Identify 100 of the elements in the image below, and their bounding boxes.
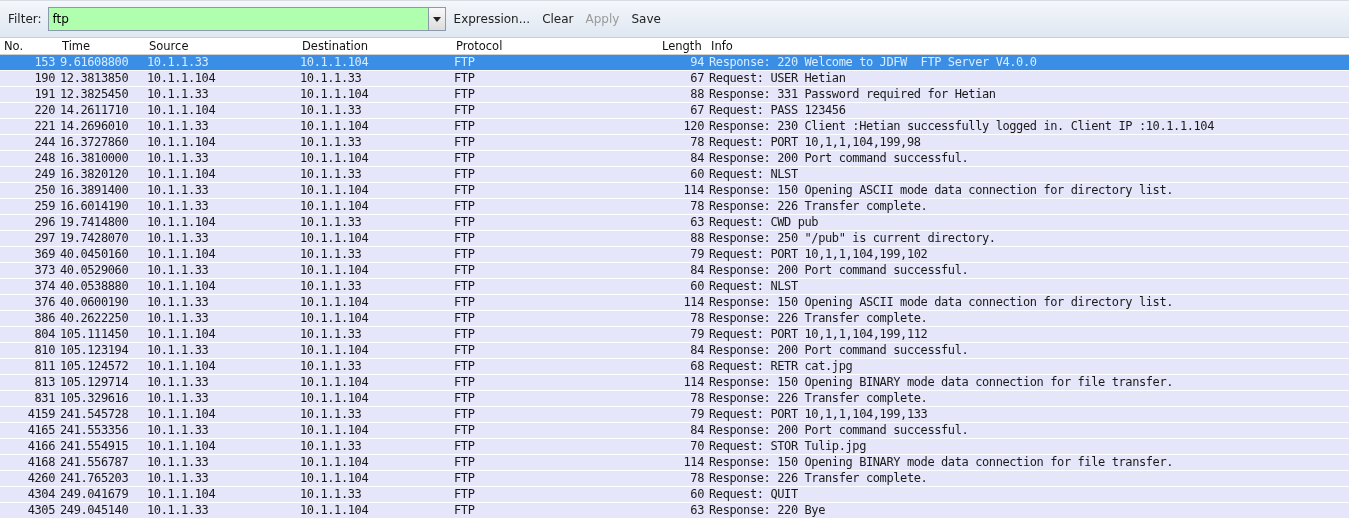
table-cell-text: 16.3810000	[59, 151, 130, 166]
table-cell-text: 10.1.1.104	[299, 455, 370, 470]
table-cell-text: 88	[689, 87, 705, 102]
table-cell-text: 10.1.1.33	[146, 295, 210, 310]
table-cell-text: 60	[689, 487, 705, 502]
packet-row[interactable]: 220 14.2611710 10.1.1.104 10.1.1.33 FTP 67 Request: PASS 123456	[0, 103, 1349, 119]
packet-row[interactable]: 811 105.124572 10.1.1.104 10.1.1.33 FTP 68 Request: RETR cat.jpg	[0, 359, 1349, 375]
table-cell-text: 105.123194	[59, 343, 130, 358]
column-header[interactable]: Protocol	[452, 38, 658, 54]
table-cell-text: FTP	[453, 247, 476, 262]
table-cell-text: 84	[689, 423, 705, 438]
table-cell-text: 10.1.1.104	[299, 423, 370, 438]
table-cell-text: 10.1.1.104	[299, 471, 370, 486]
toolbar-button[interactable]: Save	[627, 10, 665, 28]
caret-icon	[432, 16, 441, 22]
packet-row[interactable]: 4166 241.554915 10.1.1.104 10.1.1.33 FTP 70 Request: STOR Tulip.jpg	[0, 439, 1349, 455]
table-cell-text: Response: 250 "/pub" is current directory.	[708, 231, 997, 246]
column-header[interactable]: Destination	[298, 38, 452, 54]
packet-row[interactable]: 813 105.129714 10.1.1.33 10.1.1.104 FTP 114 Response: 150 Opening BINARY mode data connection for file transfer.	[0, 375, 1349, 391]
table-cell-text: 10.1.1.33	[299, 103, 363, 118]
table-cell-text: 241.545728	[59, 407, 130, 422]
table-cell-text: 10.1.1.104	[299, 87, 370, 102]
packet-row[interactable]: 296 19.7414800 10.1.1.104 10.1.1.33 FTP 63 Request: CWD pub	[0, 215, 1349, 231]
table-cell-text: 78	[689, 135, 705, 150]
filter-field[interactable]: ftp	[47, 7, 428, 31]
packet-row[interactable]: 831 105.329616 10.1.1.33 10.1.1.104 FTP 78 Response: 226 Transfer complete.	[0, 391, 1349, 407]
packet-row[interactable]: 4260 241.765203 10.1.1.33 10.1.1.104 FTP 78 Response: 226 Transfer complete.	[0, 471, 1349, 487]
table-cell-text: 297	[33, 231, 56, 246]
table-cell-text: 10.1.1.104	[146, 103, 217, 118]
table-cell-text: 14.2611710	[59, 103, 130, 118]
packet-row[interactable]: 376 40.0600190 10.1.1.33 10.1.1.104 FTP 114 Response: 150 Opening ASCII mode data connection for directory list.	[0, 295, 1349, 311]
table-cell-text: 78	[689, 391, 705, 406]
packet-row[interactable]: 250 16.3891400 10.1.1.33 10.1.1.104 FTP 114 Response: 150 Opening ASCII mode data connection for directory list.	[0, 183, 1349, 199]
table-cell-text: 10.1.1.104	[299, 295, 370, 310]
packet-row[interactable]: 259 16.6014190 10.1.1.33 10.1.1.104 FTP 78 Response: 226 Transfer complete.	[0, 199, 1349, 215]
table-cell-text: Request: PORT 10,1,1,104,199,112	[708, 327, 929, 342]
packet-row[interactable]: 190 12.3813850 10.1.1.104 10.1.1.33 FTP 67 Request: USER Hetian	[0, 71, 1349, 87]
table-cell-text: 10.1.1.33	[146, 471, 210, 486]
table-cell-text: Response: 200 Port command successful.	[708, 263, 970, 278]
table-cell-text: 241.553356	[59, 423, 130, 438]
packet-row[interactable]: 369 40.0450160 10.1.1.104 10.1.1.33 FTP 79 Request: PORT 10,1,1,104,199,102	[0, 247, 1349, 263]
table-cell-text: FTP	[453, 487, 476, 502]
packet-row[interactable]: 249 16.3820120 10.1.1.104 10.1.1.33 FTP 60 Request: NLST	[0, 167, 1349, 183]
table-cell-text: FTP	[453, 375, 476, 390]
table-cell-text: 114	[682, 183, 705, 198]
packet-row[interactable]: 386 40.2622250 10.1.1.33 10.1.1.104 FTP 78 Response: 226 Transfer complete.	[0, 311, 1349, 327]
column-header[interactable]: No.	[0, 38, 58, 54]
packet-row[interactable]: 810 105.123194 10.1.1.33 10.1.1.104 FTP 84 Response: 200 Port command successful.	[0, 343, 1349, 359]
table-cell-text: 10.1.1.104	[299, 119, 370, 134]
table-cell-text: 10.1.1.104	[299, 375, 370, 390]
table-cell-text: Response: 226 Transfer complete.	[708, 391, 929, 406]
packet-row[interactable]: 4165 241.553356 10.1.1.33 10.1.1.104 FTP 84 Response: 200 Port command successful.	[0, 423, 1349, 439]
packet-row[interactable]: 804 105.111450 10.1.1.104 10.1.1.33 FTP 79 Request: PORT 10,1,1,104,199,112	[0, 327, 1349, 343]
column-header[interactable]: Time	[58, 38, 145, 54]
table-cell-text: 12.3825450	[59, 87, 130, 102]
table-cell-text: Response: 150 Opening ASCII mode data connection for directory list.	[708, 183, 1175, 198]
table-cell-text: 78	[689, 199, 705, 214]
table-cell-text: Response: 220 Bye	[708, 503, 827, 518]
column-header[interactable]: Source	[145, 38, 298, 54]
packet-row[interactable]: 4305 249.045140 10.1.1.33 10.1.1.104 FTP 63 Response: 220 Bye	[0, 503, 1349, 519]
table-cell-text: Request: PASS 123456	[708, 103, 847, 118]
table-cell-text: 249	[33, 167, 56, 182]
table-cell-text: 10.1.1.104	[146, 327, 217, 342]
packet-row[interactable]: 248 16.3810000 10.1.1.33 10.1.1.104 FTP 84 Response: 200 Port command successful.	[0, 151, 1349, 167]
packet-row[interactable]: 297 19.7428070 10.1.1.33 10.1.1.104 FTP 88 Response: 250 "/pub" is current directory.	[0, 231, 1349, 247]
table-cell-text: 60	[689, 167, 705, 182]
table-cell-text: FTP	[453, 503, 476, 518]
packet-row[interactable]: 4304 249.041679 10.1.1.104 10.1.1.33 FTP 60 Request: QUIT	[0, 487, 1349, 503]
table-cell-text: Request: PORT 10,1,1,104,199,98	[708, 135, 922, 150]
table-cell-text: 84	[689, 151, 705, 166]
table-cell-text: 40.2622250	[59, 311, 130, 326]
packet-row[interactable]: 373 40.0529060 10.1.1.33 10.1.1.104 FTP 84 Response: 200 Port command successful.	[0, 263, 1349, 279]
packet-row[interactable]: 191 12.3825450 10.1.1.33 10.1.1.104 FTP 88 Response: 331 Password required for Hetian	[0, 87, 1349, 103]
column-header[interactable]: Length	[658, 38, 707, 54]
column-header[interactable]: Info	[707, 38, 1349, 54]
table-cell-text: 10.1.1.33	[299, 407, 363, 422]
packet-row[interactable]: 374 40.0538880 10.1.1.104 10.1.1.33 FTP 60 Request: NLST	[0, 279, 1349, 295]
table-cell-text: 250	[33, 183, 56, 198]
packet-row[interactable]: 4159 241.545728 10.1.1.104 10.1.1.33 FTP 79 Request: PORT 10,1,1,104,199,133	[0, 407, 1349, 423]
table-cell-text: 4159	[26, 407, 56, 422]
packet-row[interactable]: 244 16.3727860 10.1.1.104 10.1.1.33 FTP 78 Request: PORT 10,1,1,104,199,98	[0, 135, 1349, 151]
table-cell-text: 10.1.1.33	[146, 423, 210, 438]
packet-row[interactable]: 221 14.2696010 10.1.1.33 10.1.1.104 FTP 120 Response: 230 Client :Hetian successfully logged in. Client IP :10.1.1.104	[0, 119, 1349, 135]
toolbar-button[interactable]: Expression...	[449, 10, 535, 28]
table-cell-text: Response: 150 Opening BINARY mode data connection for file transfer.	[708, 375, 1175, 390]
table-cell-text: 241.765203	[59, 471, 130, 486]
table-cell-text: 78	[689, 471, 705, 486]
table-cell-text: 10.1.1.33	[146, 183, 210, 198]
table-cell-text: 10.1.1.33	[146, 263, 210, 278]
table-cell-text: FTP	[453, 471, 476, 486]
table-cell-text: 10.1.1.33	[146, 311, 210, 326]
table-cell-text: 14.2696010	[59, 119, 130, 134]
table-cell-text: 105.111450	[59, 327, 130, 342]
table-cell-text: 67	[689, 71, 705, 86]
packet-row[interactable]: 4168 241.556787 10.1.1.33 10.1.1.104 FTP 114 Response: 150 Opening BINARY mode data connection for file transfer.	[0, 455, 1349, 471]
toolbar-button[interactable]: Clear	[538, 10, 578, 28]
table-cell-text: 63	[689, 503, 705, 518]
table-cell-text: 221	[33, 119, 56, 134]
table-cell-text: 9.61608800	[59, 55, 130, 70]
table-cell-text: FTP	[453, 87, 476, 102]
